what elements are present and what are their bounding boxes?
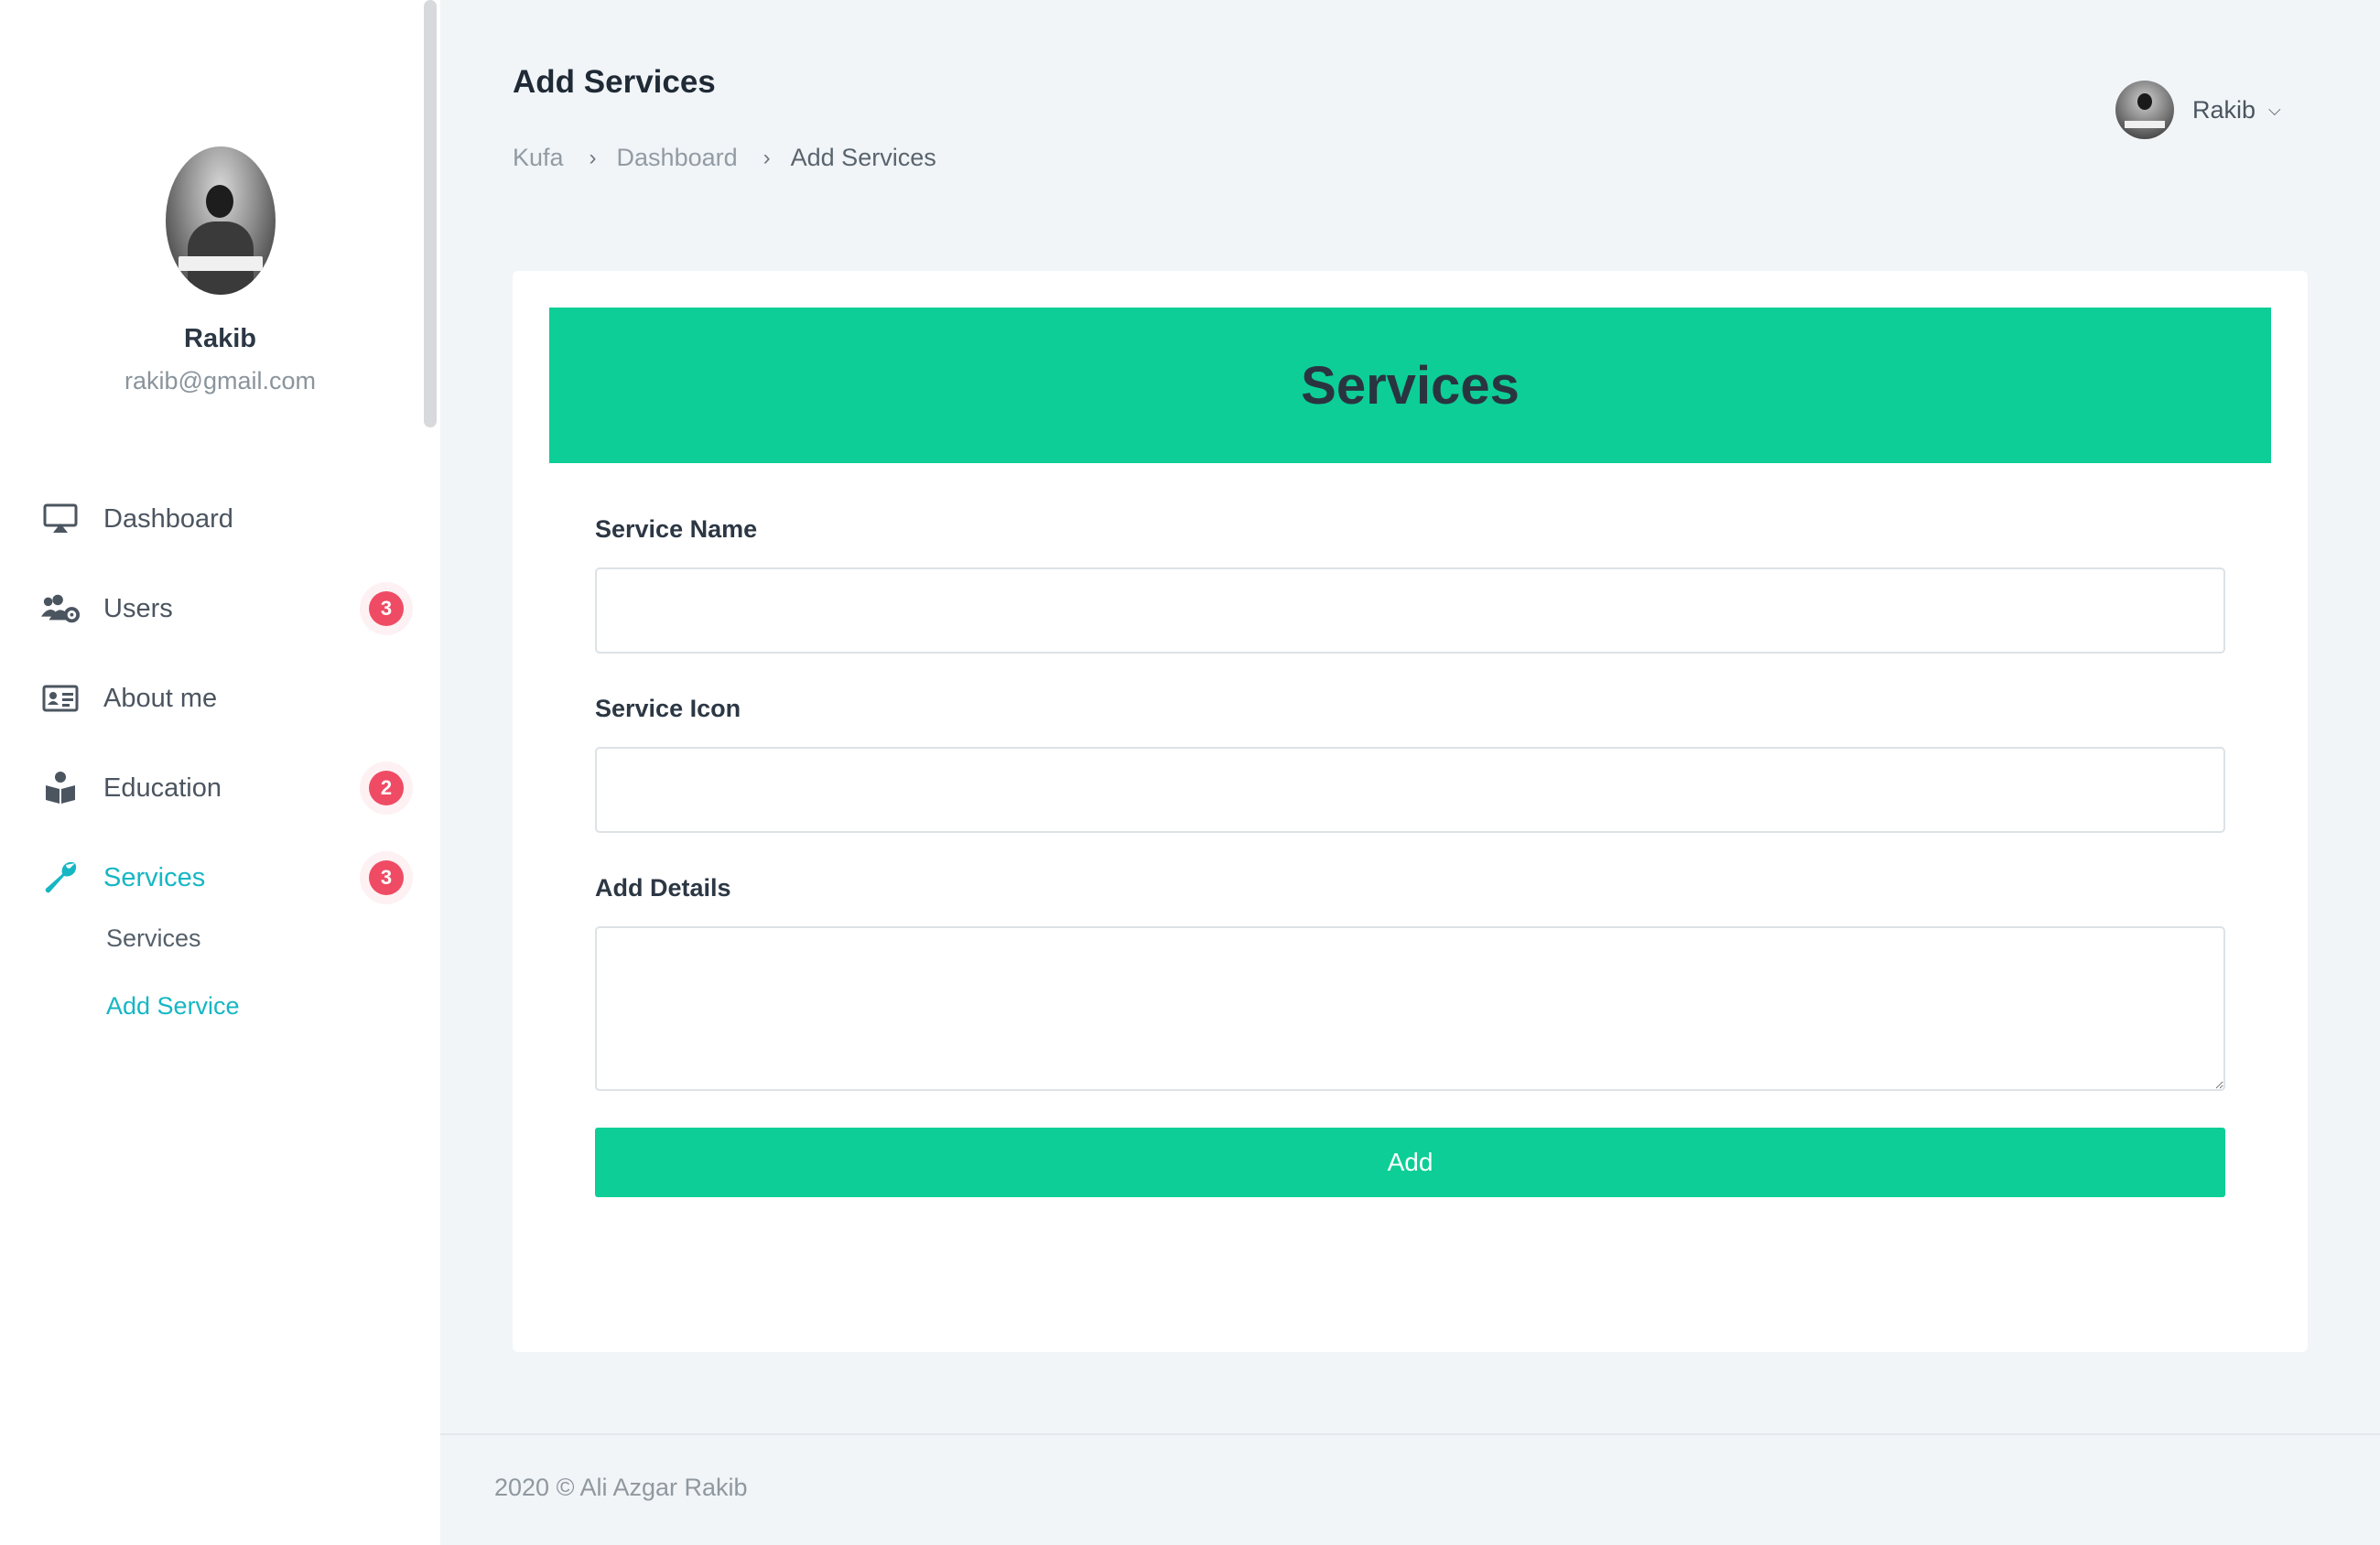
sidebar-item-label: About me bbox=[103, 683, 218, 713]
sidebar-item-education[interactable]: Education 2 bbox=[0, 743, 440, 833]
service-name-input[interactable] bbox=[595, 567, 2225, 654]
breadcrumb: Kufa › Dashboard › Add Services bbox=[513, 144, 936, 172]
users-count-badge: 3 bbox=[369, 591, 404, 626]
subnav-item-add-service[interactable]: Add Service bbox=[106, 972, 240, 1040]
add-button[interactable]: Add bbox=[595, 1128, 2225, 1197]
sidebar-item-label: Services bbox=[103, 862, 206, 892]
footer-copyright: 2020 © Ali Azgar Rakib bbox=[494, 1474, 748, 1501]
services-subnav: Services Add Service bbox=[106, 904, 240, 1040]
avatar bbox=[2115, 81, 2174, 139]
reader-icon bbox=[40, 768, 81, 808]
sidebar-item-label: Users bbox=[103, 593, 173, 623]
sidebar-item-users[interactable]: Users 3 bbox=[0, 564, 440, 654]
sidebar: Rakib rakib@gmail.com Dashboard Users 3 bbox=[0, 0, 440, 1545]
sidebar-item-about-me[interactable]: About me bbox=[0, 654, 440, 743]
chevron-right-icon: › bbox=[763, 145, 771, 170]
user-menu-name: Rakib bbox=[2192, 95, 2256, 124]
profile-avatar bbox=[165, 146, 276, 295]
breadcrumb-current: Add Services bbox=[790, 144, 936, 171]
chevron-right-icon: › bbox=[589, 145, 597, 170]
monitor-icon bbox=[40, 499, 81, 539]
service-name-label: Service Name bbox=[595, 515, 758, 543]
app-root: Rakib rakib@gmail.com Dashboard Users 3 bbox=[0, 0, 2380, 1545]
sidebar-item-dashboard[interactable]: Dashboard bbox=[0, 474, 440, 564]
card-banner-title: Services bbox=[1301, 355, 1520, 416]
breadcrumb-dashboard-link[interactable]: Dashboard bbox=[617, 144, 738, 172]
users-gear-icon bbox=[40, 589, 81, 629]
wrench-icon bbox=[40, 858, 81, 898]
service-icon-input[interactable] bbox=[595, 747, 2225, 833]
breadcrumb-home-link[interactable]: Kufa bbox=[513, 144, 564, 172]
footer-divider bbox=[440, 1433, 2380, 1435]
sidebar-item-label: Education bbox=[103, 772, 222, 803]
sidebar-nav: Dashboard Users 3 About me Education 2 S… bbox=[0, 474, 440, 923]
add-service-card: Services Service Name Service Icon Add D… bbox=[513, 271, 2308, 1352]
user-menu[interactable]: Rakib ⌵ bbox=[2115, 81, 2281, 139]
services-count-badge: 3 bbox=[369, 860, 404, 895]
sidebar-item-label: Dashboard bbox=[103, 503, 233, 534]
card-banner: Services bbox=[549, 308, 2271, 463]
profile-name: Rakib bbox=[184, 324, 256, 353]
id-card-icon bbox=[40, 678, 81, 718]
education-count-badge: 2 bbox=[369, 771, 404, 805]
page-title: Add Services bbox=[513, 64, 716, 100]
service-icon-label: Service Icon bbox=[595, 695, 741, 722]
subnav-item-services[interactable]: Services bbox=[106, 904, 240, 972]
profile-email: rakib@gmail.com bbox=[124, 367, 316, 394]
add-details-label: Add Details bbox=[595, 874, 731, 902]
chevron-down-icon: ⌵ bbox=[2268, 100, 2281, 119]
sidebar-profile: Rakib rakib@gmail.com bbox=[0, 146, 440, 395]
add-details-textarea[interactable] bbox=[595, 926, 2225, 1091]
